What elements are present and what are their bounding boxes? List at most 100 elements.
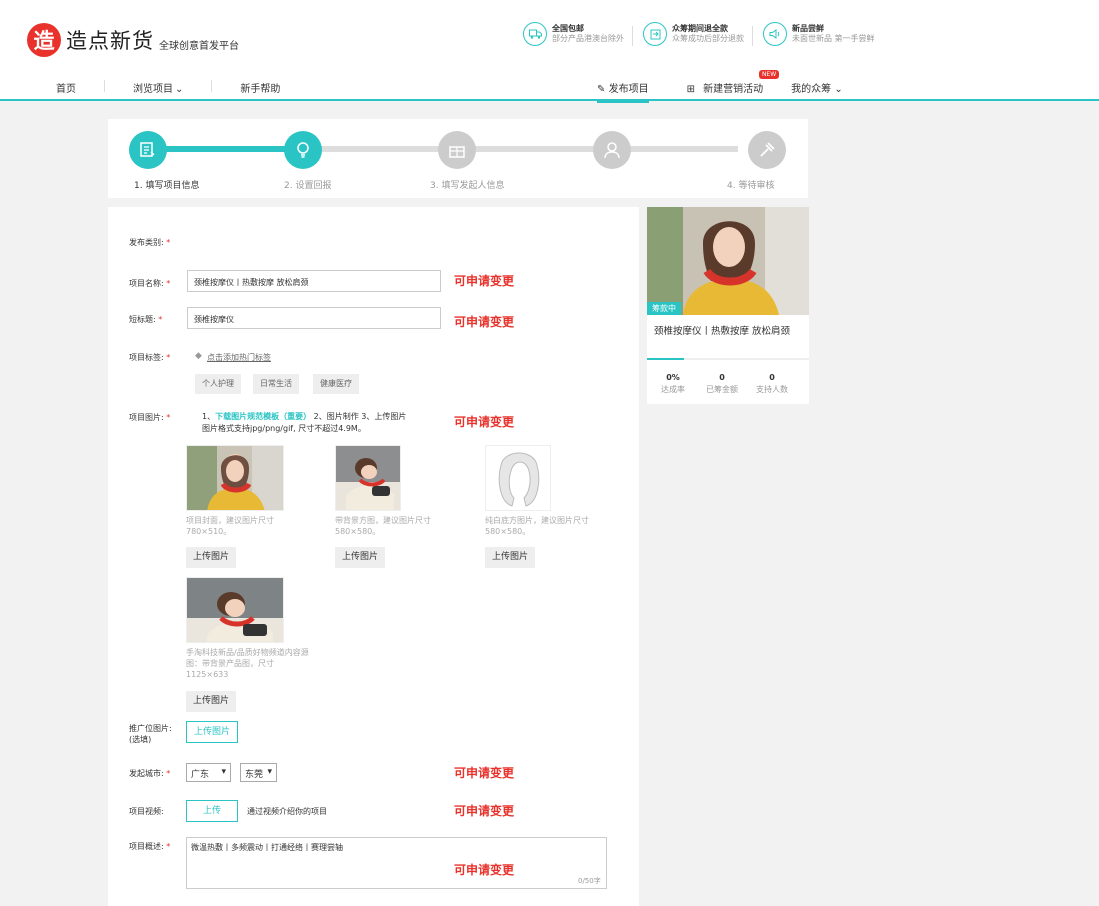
- chevron-down-icon: ⌄: [175, 84, 184, 95]
- feature-title: 全国包邮: [552, 24, 584, 33]
- tag-chip[interactable]: 健康医疗: [313, 374, 359, 394]
- province-value: 广东: [191, 770, 210, 780]
- nav-publish-label: 发布项目: [608, 84, 649, 95]
- change-note: 可申请变更: [454, 863, 515, 877]
- change-note: 可申请变更: [454, 274, 515, 288]
- upload-image-button[interactable]: 上传图片: [335, 547, 386, 568]
- subtitle-label: 短标题: *: [129, 315, 163, 324]
- nav-publish[interactable]: ✎ 发布项目: [597, 80, 649, 103]
- project-name-input[interactable]: 颈椎按摩仪丨热敷按摩 放松肩颈: [187, 270, 441, 292]
- funding-progress-bar: [647, 358, 809, 360]
- summary-textarea[interactable]: 微温热敷丨多频震动丨打通经络丨赛理尝轴: [186, 837, 607, 889]
- feature-list: 全国包邮 部分产品港澳台除外 众筹期间退全款 众筹成功后部分退款 新品尝鲜 未面…: [523, 22, 889, 46]
- gift-icon: ⊞: [686, 84, 695, 95]
- upload-image-button[interactable]: 上传图片: [186, 547, 237, 568]
- square-bg-image: [335, 445, 401, 511]
- char-counter: 0/50字: [578, 877, 601, 885]
- nav-promo[interactable]: ⊞ 新建营销活动 NEW: [686, 70, 780, 103]
- new-badge: NEW: [758, 70, 780, 79]
- divider: [632, 26, 633, 46]
- truck-icon: [523, 22, 547, 46]
- step-3-gift-icon: [438, 131, 476, 169]
- refund-icon: [643, 22, 667, 46]
- video-hint: 通过视频介绍你的项目: [247, 807, 327, 816]
- edit-icon: ✎: [597, 84, 606, 95]
- promo-upload-button[interactable]: 上传图片: [186, 721, 238, 743]
- step-4-user-icon: [593, 131, 631, 169]
- image-caption: 纯白底方图片，建议图片尺寸 580×580。: [485, 516, 589, 536]
- step-5-hammer-icon: [748, 131, 786, 169]
- cover-image: [186, 445, 284, 511]
- change-note: 可申请变更: [454, 766, 515, 780]
- nav-browse-label: 浏览项目: [133, 84, 173, 95]
- template-download-link[interactable]: 下载图片规范模板（重要）: [215, 412, 311, 421]
- step-2-bulb-icon: [284, 131, 322, 169]
- logo-mark: 造: [27, 23, 61, 57]
- name-label: 项目名称: *: [129, 279, 171, 288]
- video-label: 项目视频:: [129, 807, 164, 816]
- funding-progress-fill: [647, 358, 685, 360]
- change-note: 可申请变更: [454, 415, 515, 429]
- preview-image: [647, 207, 809, 315]
- tag-chip[interactable]: 个人护理: [195, 374, 241, 394]
- short-title-input[interactable]: 颈椎按摩仪: [187, 307, 441, 329]
- preview-card[interactable]: 筹款中 颈椎按摩仪丨热敷按摩 放松肩颈 0% 达成率 0 已筹金额 0 支持人数: [647, 207, 809, 404]
- promo-image-label: 推广位图片: (选填): [129, 724, 172, 744]
- upload-image-button[interactable]: 上传图片: [186, 691, 237, 712]
- feature-desc: 未面世新品 第一手尝鲜: [792, 34, 875, 43]
- feature-free-shipping: 全国包邮 部分产品港澳台除外: [523, 22, 624, 46]
- nav-home[interactable]: 首页: [56, 80, 104, 95]
- change-note: 可申请变更: [454, 315, 515, 329]
- tags-label: 项目标签: *: [129, 353, 171, 362]
- feature-title: 新品尝鲜: [792, 24, 824, 33]
- dropdown-arrow-icon: ▾: [221, 767, 226, 777]
- image-caption: 手淘科技新品/品质好物频道内容源图：带背景产品图，尺寸 1125×633: [186, 648, 309, 679]
- video-upload-button[interactable]: 上传: [186, 800, 238, 822]
- feature-title: 众筹期间退全款: [672, 24, 728, 33]
- logo[interactable]: 造 造点新货 全球创意首发平台: [27, 23, 239, 57]
- upload-image-button[interactable]: 上传图片: [485, 547, 536, 568]
- tag-chip[interactable]: 日常生活: [253, 374, 299, 394]
- chevron-down-icon: ⌄: [834, 84, 843, 95]
- feature-desc: 众筹成功后部分退款: [672, 34, 744, 43]
- feature-refund: 众筹期间退全款 众筹成功后部分退款: [643, 22, 744, 46]
- brand-tagline: 全球创意首发平台: [159, 40, 239, 52]
- nav-mine-label: 我的众筹: [791, 84, 832, 95]
- tag-icon: ◆: [195, 351, 202, 361]
- add-tag-link[interactable]: 点击添加热门标签: [207, 352, 271, 363]
- divider: [211, 80, 213, 92]
- speaker-icon: [763, 22, 787, 46]
- project-form: 发布类别: * 项目名称: * 颈椎按摩仪丨热敷按摩 放松肩颈 可申请变更 短标…: [108, 207, 639, 906]
- step-label: 4. 等待审核: [727, 181, 775, 191]
- divider: [104, 80, 105, 92]
- progress-steps: 1. 填写项目信息 2. 设置回报 3. 填写发起人信息 4. 等待审核: [108, 119, 808, 198]
- step-label: 1. 填写项目信息: [134, 181, 200, 191]
- stat-completion: 0% 达成率: [661, 373, 685, 394]
- user-nav: ✎ 发布项目 ⊞ 新建营销活动 NEW 我的众筹 ⌄: [597, 70, 843, 103]
- brand-name: 造点新货: [66, 29, 154, 53]
- stat-raised: 0 已筹金额: [706, 373, 738, 394]
- city-select[interactable]: 东莞 ▾: [240, 763, 277, 782]
- summary-label: 项目概述: *: [129, 842, 171, 851]
- status-badge: 筹款中: [647, 302, 681, 315]
- category-label: 发布类别: *: [129, 238, 171, 247]
- channel-image: [186, 577, 284, 643]
- province-select[interactable]: 广东 ▾: [186, 763, 231, 782]
- step-label: 3. 填写发起人信息: [430, 181, 505, 191]
- image-instructions: 1、下载图片规范模板（重要） 2、图片制作 3、上传图片 图片格式支持jpg/p…: [202, 412, 407, 433]
- nav-mine[interactable]: 我的众筹 ⌄: [791, 80, 843, 103]
- site-header: 造 造点新货 全球创意首发平台 全国包邮 部分产品港澳台除外 众筹期间退全款 众…: [0, 0, 1099, 103]
- dropdown-arrow-icon: ▾: [267, 767, 272, 777]
- step-connector: [308, 146, 738, 152]
- feature-new-product: 新品尝鲜 未面世新品 第一手尝鲜: [763, 22, 875, 46]
- feature-desc: 部分产品港澳台除外: [552, 34, 624, 43]
- white-bg-image: [485, 445, 551, 511]
- nav-browse[interactable]: 浏览项目 ⌄: [133, 80, 211, 95]
- change-note: 可申请变更: [454, 804, 515, 818]
- step-1-edit-icon: [129, 131, 167, 169]
- nav-help[interactable]: 新手帮助: [240, 80, 308, 95]
- city-value: 东莞: [245, 770, 264, 780]
- step-label: 2. 设置回报: [284, 181, 332, 191]
- city-label: 发起城市: *: [129, 769, 171, 778]
- stat-backers: 0 支持人数: [756, 373, 788, 394]
